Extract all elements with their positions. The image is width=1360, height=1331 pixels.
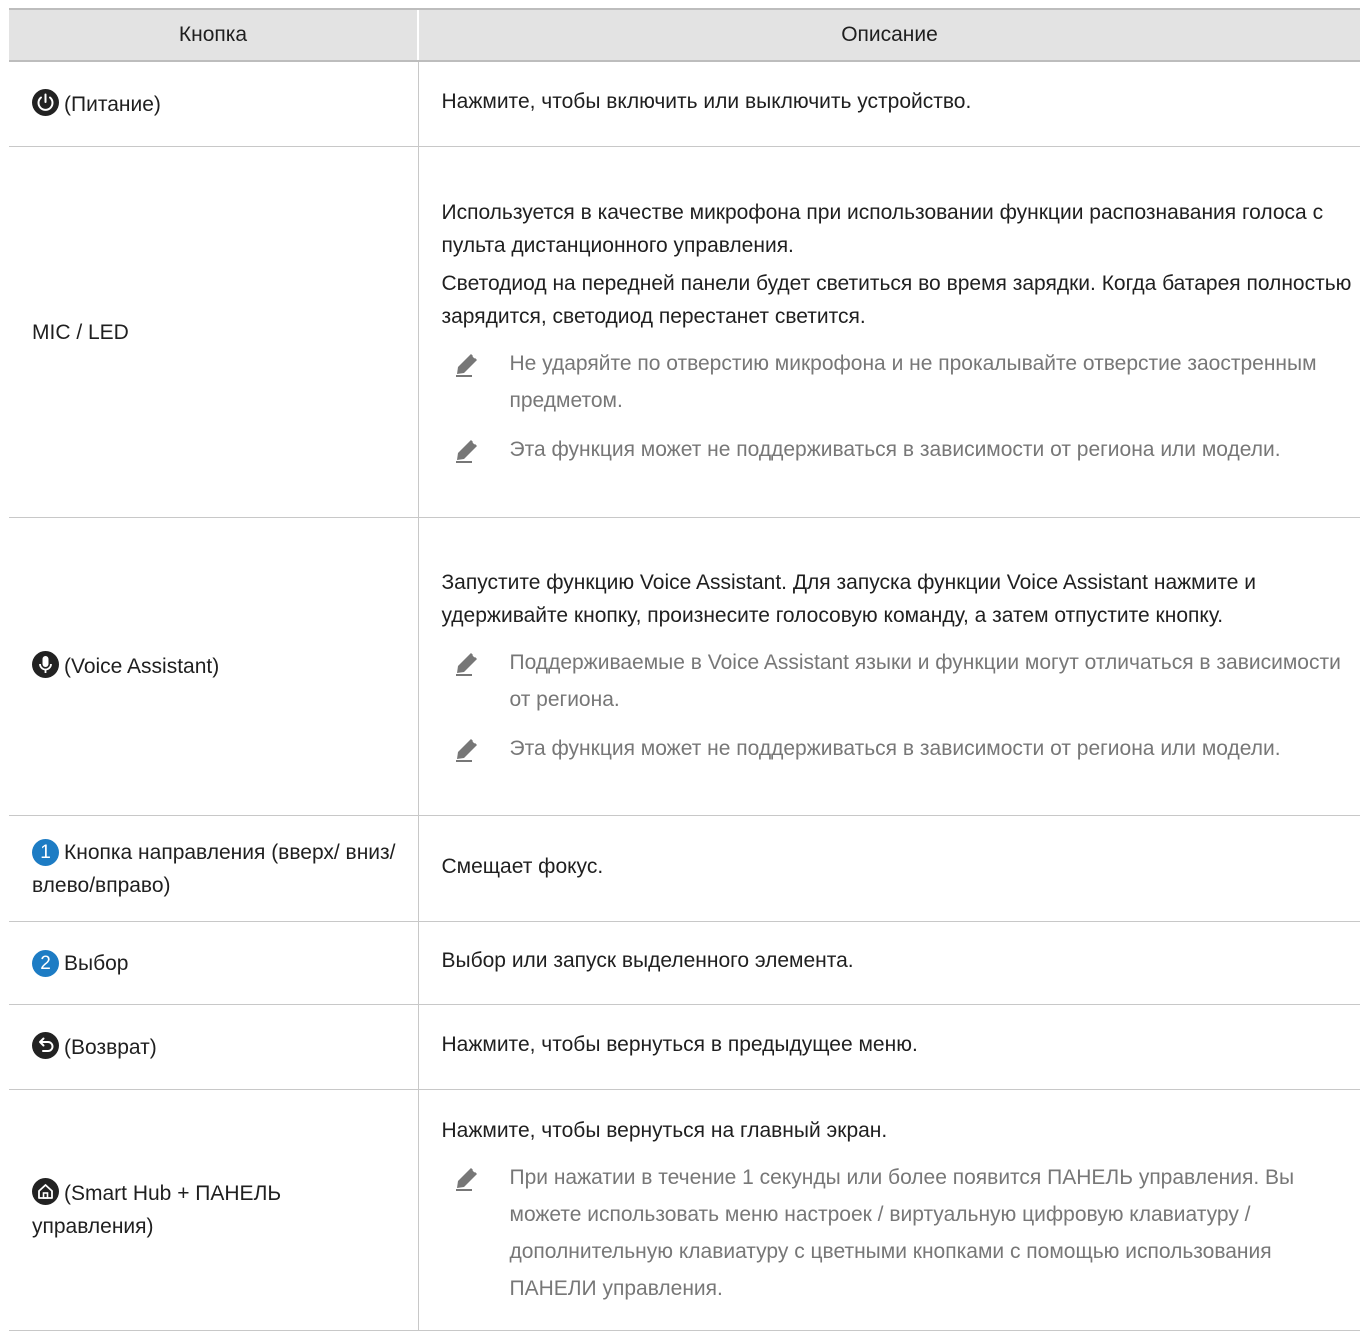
home-icon	[32, 1178, 59, 1205]
button-cell: 2 Выбор	[9, 921, 419, 1005]
table-row: (Smart Hub + ПАНЕЛЬ управления) Нажмите,…	[9, 1089, 1360, 1331]
button-cell: (Voice Assistant)	[9, 517, 419, 816]
pencil-icon	[455, 1167, 477, 1191]
description-cell: Используется в качестве микрофона при ис…	[418, 146, 1360, 518]
column-header-description: Описание	[417, 8, 1360, 62]
note: Эта функция может не поддерживаться в за…	[442, 730, 1353, 767]
button-name: Кнопка направления (вверх/ вниз/влево/вп…	[32, 840, 396, 897]
button-name: MIC / LED	[32, 320, 129, 344]
description-cell: Выбор или запуск выделенного элемента.	[418, 921, 1360, 1005]
note: Поддерживаемые в Voice Assistant языки и…	[442, 644, 1353, 718]
button-name: Выбор	[64, 951, 129, 975]
description-cell: Смещает фокус.	[418, 815, 1360, 922]
pencil-icon	[455, 739, 477, 762]
note: При нажатии в течение 1 секунды или боле…	[442, 1159, 1353, 1307]
column-header-button: Кнопка	[9, 8, 418, 62]
pencil-icon	[455, 440, 477, 463]
description-text: Нажмите, чтобы включить или выключить ус…	[441, 90, 972, 113]
description-text: Нажмите, чтобы вернуться на главный экра…	[441, 1118, 888, 1142]
button-cell: (Возврат)	[9, 1004, 419, 1090]
table-header-row: Кнопка Описание	[9, 8, 1360, 62]
note: Эта функция может не поддерживаться в за…	[442, 431, 1353, 468]
notes: При нажатии в течение 1 секунды или боле…	[442, 1159, 1353, 1307]
button-name: (Питание)	[64, 92, 161, 116]
table-row: 2 Выбор Выбор или запуск выделенного элем…	[9, 921, 1360, 1005]
note: Не ударяйте по отверстию микрофона и не …	[442, 345, 1353, 419]
microphone-icon	[32, 651, 59, 678]
number-badge: 2	[32, 949, 59, 977]
power-icon	[32, 88, 59, 116]
button-cell: (Smart Hub + ПАНЕЛЬ управления)	[9, 1089, 419, 1331]
return-icon	[32, 1031, 59, 1059]
description-text: Нажмите, чтобы вернуться в предыдущее ме…	[441, 1033, 918, 1056]
description-cell: Нажмите, чтобы вернуться на главный экра…	[418, 1089, 1360, 1331]
number-badge: 1	[32, 838, 59, 866]
description-text: Выбор или запуск выделенного элемента.	[441, 949, 854, 972]
button-name: (Возврат)	[64, 1035, 157, 1059]
pencil-icon	[455, 354, 477, 377]
button-description-table: Кнопка Описание (Питание) Нажмите, чтобы…	[9, 8, 1360, 1331]
note-text: Эта функция может не поддерживаться в за…	[509, 737, 1281, 760]
table-row: (Питание) Нажмите, чтобы включить или вы…	[9, 61, 1360, 147]
table-row: MIC / LED Используется в качестве микроф…	[9, 146, 1360, 518]
button-cell: 1 Кнопка направления (вверх/ вниз/влево/в…	[9, 815, 419, 922]
description-text: Используется в качестве микрофона при ис…	[441, 201, 1324, 257]
table-row: (Возврат) Нажмите, чтобы вернуться в пре…	[9, 1004, 1360, 1090]
button-name: (Voice Assistant)	[64, 655, 220, 678]
table-row: 1 Кнопка направления (вверх/ вниз/влево/в…	[9, 815, 1360, 922]
description-cell: Нажмите, чтобы включить или выключить ус…	[418, 61, 1360, 147]
description-cell: Нажмите, чтобы вернуться в предыдущее ме…	[418, 1004, 1360, 1090]
table-row: (Voice Assistant) Запустите функцию Voic…	[9, 517, 1360, 816]
notes: Поддерживаемые в Voice Assistant языки и…	[442, 644, 1353, 767]
button-cell: MIC / LED	[9, 146, 419, 518]
button-cell: (Питание)	[9, 61, 419, 147]
description-text: Смещает фокус.	[441, 854, 604, 878]
pencil-icon	[455, 653, 477, 676]
button-name: (Smart Hub + ПАНЕЛЬ управления)	[32, 1182, 282, 1238]
note-text: При нажатии в течение 1 секунды или боле…	[509, 1165, 1295, 1300]
notes: Не ударяйте по отверстию микрофона и не …	[442, 345, 1353, 468]
note-text: Не ударяйте по отверстию микрофона и не …	[509, 352, 1317, 412]
description-text: Запустите функцию Voice Assistant. Для з…	[441, 571, 1256, 627]
note-text: Эта функция может не поддерживаться в за…	[509, 438, 1281, 461]
note-text: Поддерживаемые в Voice Assistant языки и…	[509, 651, 1341, 711]
description-text: Светодиод на передней панели будет свети…	[441, 272, 1352, 328]
description-cell: Запустите функцию Voice Assistant. Для з…	[418, 517, 1360, 816]
